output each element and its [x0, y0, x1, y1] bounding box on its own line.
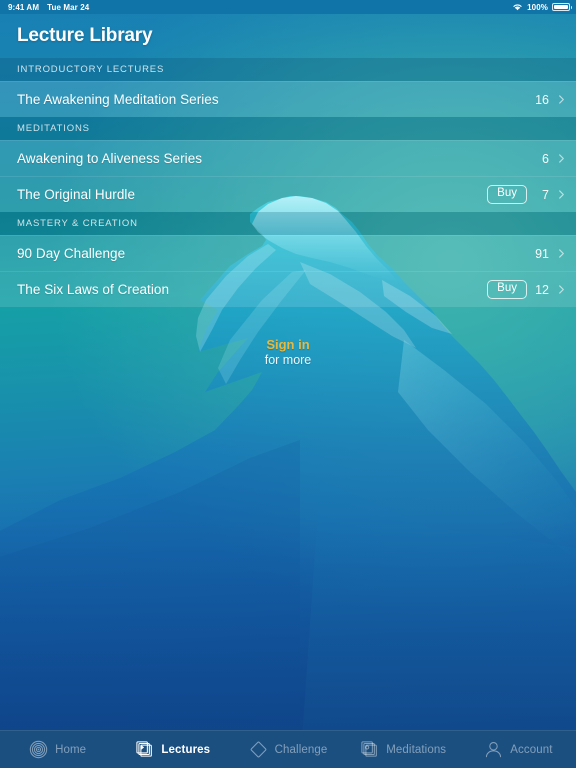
list-item-accessory: 16 — [535, 93, 566, 107]
signin-link[interactable]: Sign in — [0, 337, 576, 353]
list-item[interactable]: The Original Hurdle Buy 7 — [0, 176, 576, 212]
status-bar: 9:41 AM Tue Mar 24 100% — [0, 0, 576, 14]
status-time: 9:41 AM — [8, 2, 40, 12]
list-item-accessory: 6 — [535, 152, 566, 166]
tab-label: Meditations — [386, 743, 447, 756]
tab-bar: Home Lectures Challenge Meditations Acco… — [0, 730, 576, 768]
list-item[interactable]: The Awakening Meditation Series 16 — [0, 81, 576, 117]
list-item-count: 91 — [535, 246, 549, 261]
battery-percent-label: 100% — [527, 2, 548, 12]
list-item[interactable]: Awakening to Aliveness Series 6 — [0, 140, 576, 176]
list-item-count: 12 — [535, 282, 549, 297]
chevron-right-icon — [559, 285, 564, 294]
chevron-right-icon — [559, 95, 564, 104]
page-title: Lecture Library — [17, 25, 153, 46]
signin-prompt: Sign in for more — [0, 337, 576, 369]
list-item-count: 6 — [542, 151, 549, 166]
status-right-cluster: 100% — [512, 2, 572, 12]
app-screen: 9:41 AM Tue Mar 24 100% Lecture Library … — [0, 0, 576, 768]
signin-sublabel: for more — [264, 353, 312, 368]
tab-label: Challenge — [274, 743, 328, 756]
buy-button[interactable]: Buy — [487, 185, 527, 204]
chevron-right-icon — [559, 249, 564, 258]
tab-challenge[interactable]: Challenge — [230, 731, 345, 768]
list-item-title: The Original Hurdle — [17, 187, 136, 202]
lecture-list: INTRODUCTORY LECTURES The Awakening Medi… — [0, 58, 576, 307]
status-date: Tue Mar 24 — [47, 2, 90, 12]
list-item-title: 90 Day Challenge — [17, 246, 126, 261]
wifi-icon — [513, 4, 522, 11]
tab-label: Account — [510, 743, 553, 756]
list-item-accessory: Buy 12 — [487, 280, 566, 299]
tab-meditations[interactable]: Meditations — [346, 731, 461, 768]
section-header: MEDITATIONS — [0, 117, 576, 140]
list-item[interactable]: The Six Laws of Creation Buy 12 — [0, 271, 576, 307]
list-item-title: Awakening to Aliveness Series — [17, 151, 203, 166]
section-header: INTRODUCTORY LECTURES — [0, 58, 576, 81]
list-item-count: 16 — [535, 92, 549, 107]
tab-lectures[interactable]: Lectures — [115, 731, 230, 768]
list-item[interactable]: 90 Day Challenge 91 — [0, 235, 576, 271]
chevron-right-icon — [559, 190, 564, 199]
list-item-accessory: 91 — [535, 247, 566, 261]
stacked-cards-icon — [361, 741, 378, 757]
tab-label: Home — [55, 743, 87, 756]
list-item-title: The Six Laws of Creation — [17, 282, 170, 297]
tab-label: Lectures — [161, 743, 211, 756]
tab-home[interactable]: Home — [0, 731, 115, 768]
chevron-right-icon — [559, 154, 564, 163]
header-bar: Lecture Library — [0, 14, 576, 58]
concentric-circles-icon — [29, 740, 48, 759]
list-item-title: The Awakening Meditation Series — [17, 92, 219, 107]
battery-full-icon — [552, 3, 572, 11]
stacked-cards-play-icon — [136, 741, 153, 757]
diamond-outline-icon — [250, 741, 266, 758]
person-icon — [486, 742, 502, 758]
list-item-count: 7 — [542, 187, 549, 202]
section-header: MASTERY & CREATION — [0, 212, 576, 235]
tab-account[interactable]: Account — [461, 731, 576, 768]
buy-button[interactable]: Buy — [487, 280, 527, 299]
list-item-accessory: Buy 7 — [487, 185, 566, 204]
